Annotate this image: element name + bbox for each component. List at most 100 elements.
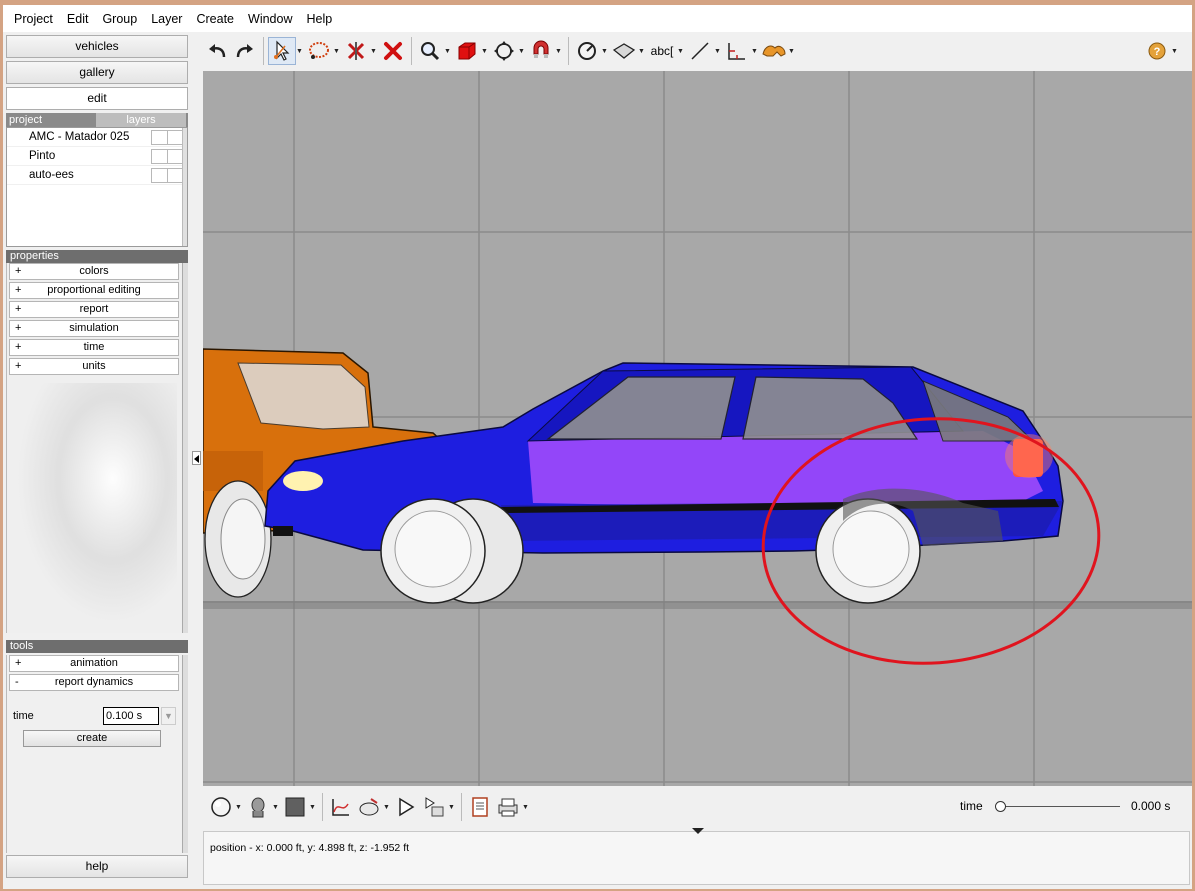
head-view-icon[interactable] — [244, 793, 272, 821]
select-tool-icon[interactable] — [268, 37, 296, 65]
chevron-down-icon[interactable]: ▼ — [272, 804, 279, 811]
gallery-button[interactable]: gallery — [6, 61, 188, 84]
visibility-checkbox[interactable] — [151, 149, 168, 164]
chevron-down-icon[interactable]: ▼ — [235, 804, 242, 811]
tool-animation[interactable]: + animation — [9, 655, 179, 672]
properties-scrollbar[interactable] — [182, 263, 188, 633]
surface-icon[interactable] — [610, 37, 638, 65]
project-list: AMC - Matador 025 Pinto auto-ees — [6, 127, 188, 247]
chevron-down-icon[interactable]: ▼ — [677, 48, 684, 55]
chevron-down-icon[interactable]: ▼ — [296, 48, 303, 55]
chevron-down-icon[interactable]: ▼ — [638, 48, 645, 55]
collapse-sign: - — [15, 676, 19, 688]
chevron-down-icon[interactable]: ▼ — [370, 48, 377, 55]
3d-viewport[interactable] — [203, 71, 1192, 786]
tools-panel: + animation - report dynamics time 0.100 s… — [6, 655, 188, 853]
chevron-down-icon[interactable]: ▼ — [714, 48, 721, 55]
shading-sphere-icon[interactable] — [207, 793, 235, 821]
menu-window[interactable]: Window — [241, 12, 299, 26]
separator — [461, 793, 462, 821]
blue-car[interactable] — [264, 362, 1064, 604]
expand-sign: + — [15, 284, 22, 296]
chevron-down-icon[interactable]: ▼ — [309, 804, 316, 811]
help-button[interactable]: help — [6, 855, 188, 878]
menu-create[interactable]: Create — [189, 12, 241, 26]
play-icon[interactable] — [392, 793, 420, 821]
project-item-label: auto-ees — [29, 169, 74, 181]
property-simulation[interactable]: + simulation — [9, 320, 179, 337]
background-decoration — [17, 383, 177, 623]
property-report[interactable]: + report — [9, 301, 179, 318]
gauge-icon[interactable] — [573, 37, 601, 65]
create-button[interactable]: create — [23, 730, 161, 747]
panel-collapse-arrow[interactable] — [192, 451, 201, 465]
lasso-select-icon[interactable] — [305, 37, 333, 65]
visibility-checkbox[interactable] — [151, 130, 168, 145]
menu-project[interactable]: Project — [7, 12, 60, 26]
chevron-down-icon[interactable]: ▼ — [448, 804, 455, 811]
property-units[interactable]: + units — [9, 358, 179, 375]
chevron-down-icon[interactable]: ▼ — [601, 48, 608, 55]
redo-icon[interactable] — [231, 37, 259, 65]
status-panel: position - x: 0.000 ft, y: 4.898 ft, z: … — [203, 828, 1190, 885]
chevron-down-icon[interactable]: ▼ — [555, 48, 562, 55]
shape-icon[interactable] — [760, 37, 788, 65]
chevron-down-icon[interactable]: ▼ — [1171, 48, 1178, 55]
menu-edit[interactable]: Edit — [60, 12, 96, 26]
time-dropdown-arrow[interactable]: ▼ — [161, 707, 176, 725]
help-icon[interactable]: ? — [1143, 37, 1171, 65]
magnet-icon[interactable] — [527, 37, 555, 65]
move-icon[interactable] — [490, 37, 518, 65]
print-icon[interactable] — [494, 793, 522, 821]
chevron-down-icon[interactable]: ▼ — [522, 804, 529, 811]
text-tool-icon[interactable]: abc[ — [647, 37, 677, 65]
tab-project[interactable]: project — [6, 113, 96, 127]
visibility-checkbox[interactable] — [151, 168, 168, 183]
graph-icon[interactable] — [327, 793, 355, 821]
status-collapse-icon[interactable] — [692, 828, 704, 834]
tab-layers[interactable]: layers — [96, 113, 186, 127]
vehicles-button[interactable]: vehicles — [6, 35, 188, 58]
chevron-down-icon[interactable]: ▼ — [518, 48, 525, 55]
property-time[interactable]: + time — [9, 339, 179, 356]
separator — [411, 37, 412, 65]
timeline-label: time — [960, 799, 983, 813]
property-label: time — [83, 341, 105, 353]
break-tool-icon[interactable] — [342, 37, 370, 65]
menu-group[interactable]: Group — [95, 12, 144, 26]
edit-button[interactable]: edit — [6, 87, 188, 110]
property-colors[interactable]: + colors — [9, 263, 179, 280]
tools-scrollbar[interactable] — [182, 655, 188, 853]
list-item[interactable]: AMC - Matador 025 — [7, 128, 187, 147]
play-settings-icon[interactable] — [420, 793, 448, 821]
timeline-slider-handle[interactable] — [995, 801, 1006, 812]
menu-help[interactable]: Help — [299, 12, 339, 26]
tool-report-dynamics[interactable]: - report dynamics — [9, 674, 179, 691]
timeline-slider-track[interactable] — [1000, 806, 1120, 807]
expand-sign: + — [15, 265, 22, 277]
chevron-down-icon[interactable]: ▼ — [481, 48, 488, 55]
undo-icon[interactable] — [203, 37, 231, 65]
list-item[interactable]: Pinto — [7, 147, 187, 166]
tool-label: animation — [70, 657, 118, 669]
box-view-icon[interactable] — [453, 37, 481, 65]
simulate-icon[interactable] — [355, 793, 383, 821]
delete-icon[interactable] — [379, 37, 407, 65]
dimension-icon[interactable] — [723, 37, 751, 65]
chevron-down-icon[interactable]: ▼ — [444, 48, 451, 55]
main-toolbar: ▼ ▼ ▼ ▼ ▼ ▼ ▼ ▼ ▼ abc [▼ ▼ ▼ ▼ ? ▼ — [203, 32, 1192, 70]
chevron-down-icon[interactable]: ▼ — [788, 48, 795, 55]
list-item[interactable]: auto-ees — [7, 166, 187, 185]
project-scrollbar[interactable] — [182, 128, 187, 246]
chevron-down-icon[interactable]: ▼ — [333, 48, 340, 55]
zoom-icon[interactable] — [416, 37, 444, 65]
line-tool-icon[interactable] — [686, 37, 714, 65]
report-icon[interactable] — [466, 793, 494, 821]
time-input[interactable]: 0.100 s — [103, 707, 159, 725]
time-field-row: time 0.100 s ▼ — [13, 707, 178, 727]
chevron-down-icon[interactable]: ▼ — [383, 804, 390, 811]
property-proportional-editing[interactable]: + proportional editing — [9, 282, 179, 299]
chevron-down-icon[interactable]: ▼ — [751, 48, 758, 55]
menu-layer[interactable]: Layer — [144, 12, 189, 26]
color-swatch-icon[interactable] — [281, 793, 309, 821]
